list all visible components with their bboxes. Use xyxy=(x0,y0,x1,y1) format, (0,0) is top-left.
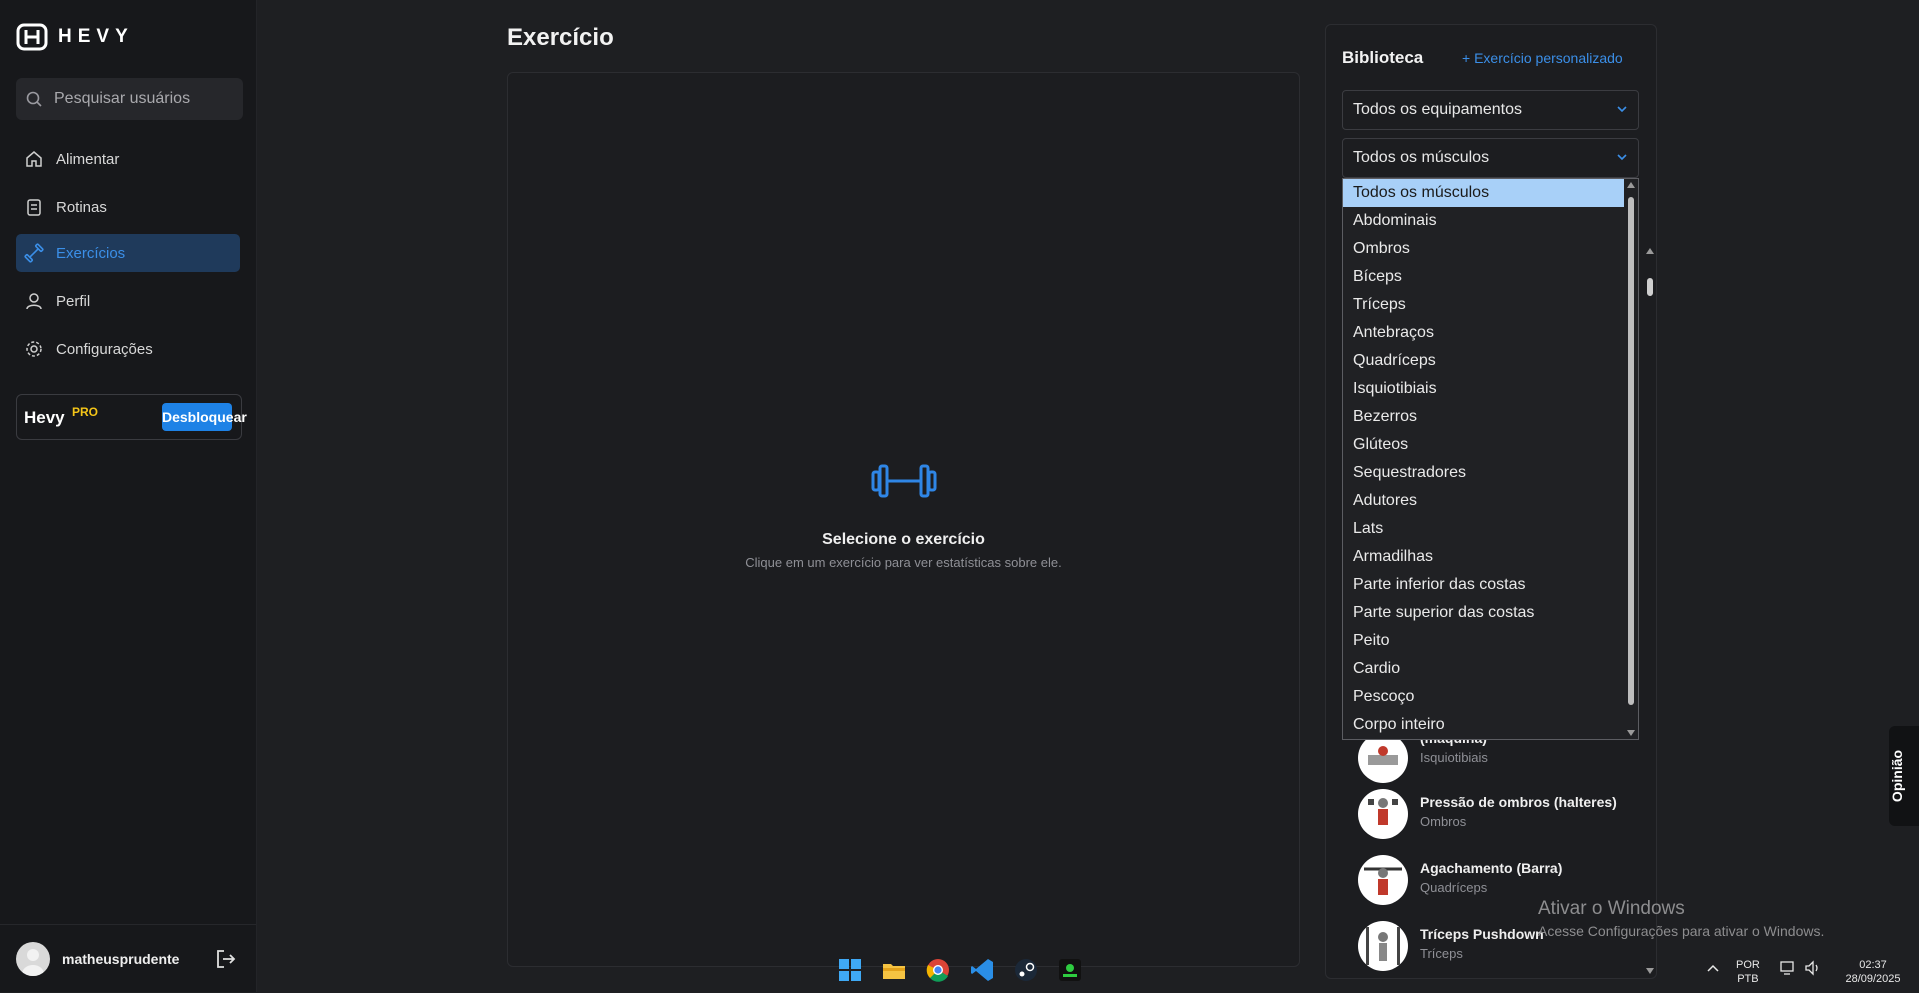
dropdown-option[interactable]: Bíceps xyxy=(1343,263,1625,291)
exercise-muscle: Tríceps xyxy=(1420,946,1463,961)
dropdown-option[interactable]: Peito xyxy=(1343,627,1625,655)
search-icon xyxy=(26,91,42,107)
sidebar-item-rotinas[interactable]: Rotinas xyxy=(16,188,240,226)
dropdown-option[interactable]: Ombros xyxy=(1343,235,1625,263)
volume-icon[interactable] xyxy=(1804,960,1822,976)
sidebar: HEVY Alimentar Rotinas Exercícios xyxy=(0,0,257,992)
logo[interactable]: HEVY xyxy=(16,22,134,52)
chevron-down-icon xyxy=(1617,154,1627,161)
feedback-label: Opinião xyxy=(1889,749,1906,803)
dropdown-option[interactable]: Adutores xyxy=(1343,487,1625,515)
page-title: Exercício xyxy=(507,24,614,51)
username[interactable]: matheusprudente xyxy=(62,951,179,967)
muscle-dropdown-list[interactable]: Todos os músculos Abdominais Ombros Bíceps T… xyxy=(1342,178,1639,740)
exercise-thumbnail xyxy=(1358,789,1408,839)
pro-card: Hevy PRO Desbloquear xyxy=(16,394,247,440)
pro-badge: PRO xyxy=(72,405,99,419)
dropdown-option[interactable]: Antebraços xyxy=(1343,319,1625,347)
home-icon xyxy=(26,151,42,167)
exercise-panel: Selecione o exercício Clique em um exerc… xyxy=(507,72,1300,967)
exercise-muscle: Quadríceps xyxy=(1420,880,1488,895)
exercise-name: Tríceps Pushdown xyxy=(1420,926,1544,942)
language-indicator[interactable]: POR PTB xyxy=(1736,958,1760,986)
dropdown-option[interactable]: Cardio xyxy=(1343,655,1625,683)
sidebar-item-label: Exercícios xyxy=(56,244,126,262)
exercise-name: Agachamento (Barra) xyxy=(1420,860,1563,876)
dropdown-option[interactable]: Corpo inteiro xyxy=(1343,711,1625,739)
avatar[interactable] xyxy=(16,942,50,976)
dropdown-option[interactable]: Parte inferior das costas xyxy=(1343,571,1625,599)
dropdown-option[interactable]: Abdominais xyxy=(1343,207,1625,235)
feedback-tab[interactable]: Opinião xyxy=(1889,726,1919,826)
dropdown-option[interactable]: Parte superior das costas xyxy=(1343,599,1625,627)
equipment-select[interactable]: Todos os equipamentos xyxy=(1342,90,1639,130)
logout-icon[interactable] xyxy=(214,947,238,971)
dropdown-option[interactable]: Isquiotibiais xyxy=(1343,375,1625,403)
clipboard-icon xyxy=(27,199,41,216)
clock-date: 28/09/2025 xyxy=(1845,973,1901,985)
empty-state-subtitle: Clique em um exercício para ver estatíst… xyxy=(745,555,1062,570)
gear-icon xyxy=(26,341,42,357)
clock[interactable]: 02:37 28/09/2025 xyxy=(1838,958,1908,986)
custom-exercise-link[interactable]: + Exercício personalizado xyxy=(1462,50,1623,66)
exercise-muscle: Isquiotibiais xyxy=(1420,750,1488,765)
equipment-select-value: Todos os equipamentos xyxy=(1353,101,1522,118)
dropdown-option[interactable]: Sequestradores xyxy=(1343,459,1625,487)
sidebar-item-label: Alimentar xyxy=(56,150,120,168)
list-item[interactable]: Pressão de ombros (halteres) Ombros xyxy=(1358,786,1648,842)
dropdown-option[interactable]: Bezerros xyxy=(1343,403,1625,431)
sidebar-item-alimentar[interactable]: Alimentar xyxy=(16,140,240,178)
sidebar-item-exercicios[interactable]: Exercícios xyxy=(16,234,240,272)
chrome-icon[interactable] xyxy=(924,956,952,984)
sidebar-item-configuracoes[interactable]: Configurações xyxy=(16,330,240,368)
user-row: matheusprudente xyxy=(0,924,256,993)
windows-activation-title: Ativar o Windows xyxy=(1538,898,1685,919)
language-bottom: PTB xyxy=(1737,973,1759,985)
app-icon[interactable] xyxy=(1056,956,1084,984)
chevron-up-icon[interactable] xyxy=(1706,962,1720,976)
sidebar-item-label: Perfil xyxy=(56,292,91,310)
unlock-button[interactable]: Desbloquear xyxy=(162,403,247,431)
network-icon[interactable] xyxy=(1780,960,1798,976)
dumbbell-icon xyxy=(871,464,937,498)
muscle-select-value: Todos os músculos xyxy=(1353,149,1490,166)
dropdown-scrollbar[interactable] xyxy=(1624,179,1638,739)
dropdown-option[interactable]: Armadilhas xyxy=(1343,543,1625,571)
vscode-icon[interactable] xyxy=(968,956,996,984)
library-title: Biblioteca xyxy=(1342,48,1424,67)
sidebar-item-perfil[interactable]: Perfil xyxy=(16,282,240,320)
exercise-name: Pressão de ombros (halteres) xyxy=(1420,794,1617,810)
dropdown-option[interactable]: Glúteos xyxy=(1343,431,1625,459)
windows-start-icon[interactable] xyxy=(836,956,864,984)
library-scrollbar[interactable] xyxy=(1646,246,1654,976)
exercise-thumbnail xyxy=(1358,855,1408,905)
dropdown-option[interactable]: Todos os músculos xyxy=(1343,179,1625,207)
dumbbell-icon xyxy=(24,243,44,263)
search-bar[interactable] xyxy=(16,78,243,120)
dropdown-option[interactable]: Tríceps xyxy=(1343,291,1625,319)
hevy-logo-icon xyxy=(16,23,48,51)
dropdown-scroll-thumb[interactable] xyxy=(1628,197,1634,705)
dropdown-option[interactable]: Lats xyxy=(1343,515,1625,543)
dropdown-option[interactable]: Pescoço xyxy=(1343,683,1625,711)
dropdown-option[interactable]: Quadríceps xyxy=(1343,347,1625,375)
clock-time: 02:37 xyxy=(1859,959,1887,971)
muscle-select[interactable]: Todos os músculos xyxy=(1342,138,1639,178)
language-top: POR xyxy=(1736,959,1760,971)
exercise-thumbnail xyxy=(1358,733,1408,783)
empty-state-title: Selecione o exercício xyxy=(822,531,985,548)
steam-icon[interactable] xyxy=(1012,956,1040,984)
user-icon xyxy=(26,293,42,310)
exercise-muscle: Ombros xyxy=(1420,814,1467,829)
avatar-placeholder-icon xyxy=(22,949,44,976)
logo-text: HEVY xyxy=(58,26,134,47)
pro-name: Hevy xyxy=(24,408,65,427)
exercise-thumbnail xyxy=(1358,921,1408,971)
chevron-down-icon xyxy=(1617,106,1627,113)
file-explorer-icon[interactable] xyxy=(880,956,908,984)
sidebar-item-label: Rotinas xyxy=(56,198,107,216)
windows-activation-subtitle: Acesse Configurações para ativar o Windo… xyxy=(1538,923,1825,939)
search-input[interactable] xyxy=(52,89,236,109)
sidebar-item-label: Configurações xyxy=(56,340,153,358)
